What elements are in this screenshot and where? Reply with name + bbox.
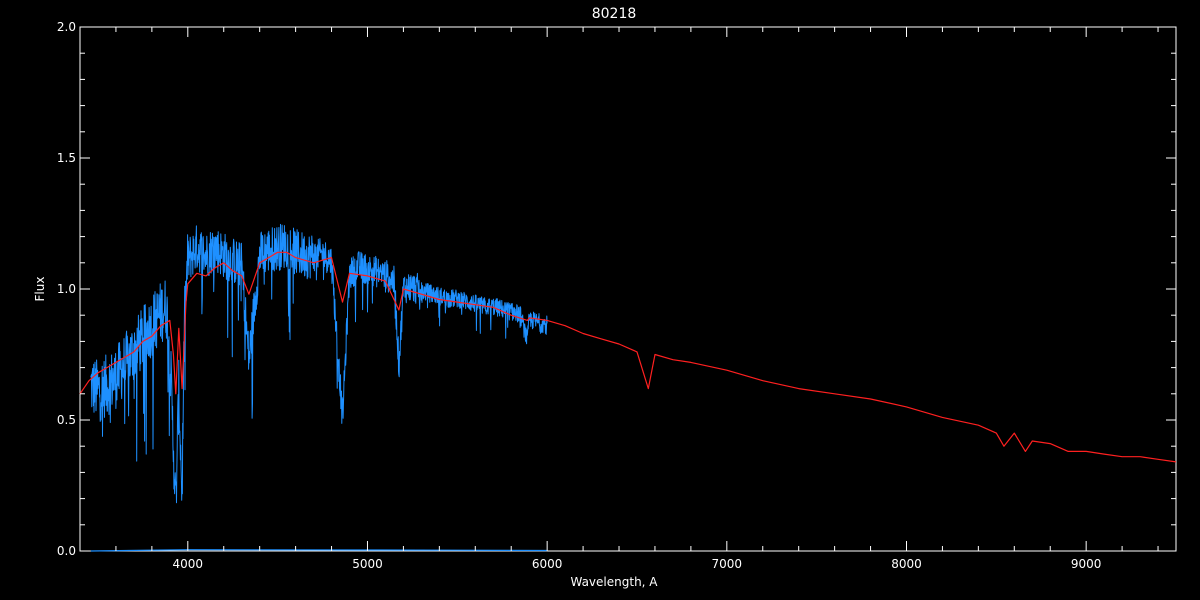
plot-area: 4000 5000 6000 7000 8000 9000 0.0 0.5 1.0 1.5 2.0 (57, 20, 1177, 571)
y-tick-label: 1.5 (57, 151, 76, 165)
x-tick-label: 6000 (532, 557, 563, 571)
x-tick-label: 5000 (352, 557, 383, 571)
y-tick-label: 0.0 (57, 544, 76, 558)
x-tick-label: 8000 (891, 557, 922, 571)
x-tick-label: 9000 (1071, 557, 1102, 571)
y-axis-label: Flux (33, 277, 47, 302)
spectrum-chart: 80218 4000 5000 6000 7000 8000 9000 0.0 0.5 1.0 1… (33, 6, 1177, 589)
y-tick-label: 2.0 (57, 20, 76, 34)
y-tick-label: 0.5 (57, 413, 76, 427)
x-axis-label: Wavelength, A (570, 575, 658, 589)
series-line-noisy-spectrum (90, 223, 548, 504)
x-tick-label: 4000 (173, 557, 204, 571)
x-tick-label: 7000 (712, 557, 743, 571)
tick-layer: 4000 5000 6000 7000 8000 9000 0.0 0.5 1.0 1.5 2.0 (57, 20, 1176, 571)
series-layer (79, 223, 1177, 552)
series-line-model-line (79, 251, 1177, 463)
plot-frame (79, 26, 1177, 552)
chart-title: 80218 (592, 6, 637, 22)
y-tick-label: 1.0 (57, 282, 76, 296)
